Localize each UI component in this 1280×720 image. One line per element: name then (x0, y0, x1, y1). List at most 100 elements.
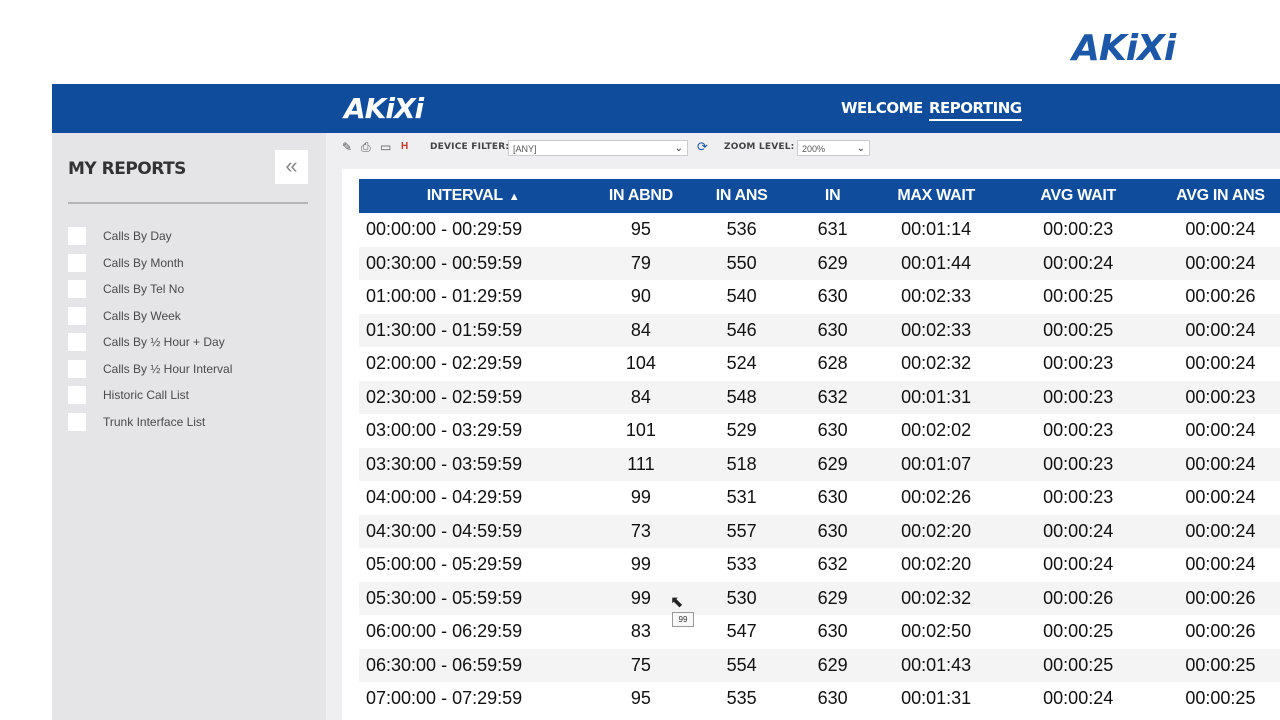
table-header-row: INTERVAL ▲ IN ABND IN ANS IN MAX WAIT AV… (359, 179, 1280, 213)
app-logo[interactable]: AKiXi (344, 92, 424, 125)
col-header-in-ans[interactable]: IN ANS (694, 179, 789, 213)
col-header-avg-wait[interactable]: AVG WAIT (995, 179, 1161, 213)
table-row[interactable]: 01:00:00 - 01:29:59 90 540 630 00:02:33 00:00… (359, 280, 1280, 314)
table-cell: 00:00:26 (1160, 581, 1280, 615)
table-cell: 84 (587, 313, 695, 347)
table-row[interactable]: 02:30:00 - 02:59:59 84 548 632 00:01:31 00:00… (359, 380, 1280, 414)
report-list-item[interactable]: Calls By Month (68, 250, 232, 277)
nav-welcome[interactable]: WELCOME (841, 99, 923, 117)
table-cell: 00:00:24 (1185, 353, 1256, 374)
table-cell: 00:02:50 (901, 621, 972, 642)
table-cell: 00:00:24 (1043, 554, 1114, 575)
table-row[interactable]: 06:00:00 - 06:29:59 83 547 630 00:02:50 00:00… (359, 615, 1280, 649)
report-panel: INTERVAL ▲ IN ABND IN ANS IN MAX WAIT AV… (342, 169, 1280, 720)
report-checkbox[interactable] (68, 412, 86, 431)
refresh-icon[interactable]: ⟳ (697, 140, 709, 154)
table-cell: 630 (817, 487, 848, 508)
report-label[interactable]: Calls By ½ Hour + Day (103, 335, 225, 349)
report-checkbox[interactable] (68, 333, 86, 352)
table-cell: 00:02:32 (876, 581, 996, 615)
table-cell: 629 (788, 648, 877, 682)
nav-reporting[interactable]: REPORTING (929, 99, 1022, 121)
table-cell: 01:00:00 - 01:29:59 (366, 286, 523, 307)
report-list-item[interactable]: Calls By Week (68, 303, 232, 330)
table-cell: 546 (694, 313, 789, 347)
report-checkbox[interactable] (68, 386, 86, 405)
report-list-item[interactable]: Calls By ½ Hour Interval (68, 356, 232, 383)
table-cell: 06:00:00 - 06:29:59 (366, 621, 523, 642)
table-row[interactable]: 05:30:00 - 05:59:59 99 530 629 00:02:32 00:00… (359, 581, 1280, 615)
table-row[interactable]: 06:30:00 - 06:59:59 75 554 629 00:01:43 00:00… (359, 648, 1280, 682)
report-label[interactable]: Calls By Month (103, 256, 184, 270)
table-cell: 95 (630, 219, 651, 240)
table-cell: 540 (726, 286, 757, 307)
table-row[interactable]: 03:30:00 - 03:59:59 111 518 629 00:01:07 00:0… (359, 447, 1280, 481)
table-cell: 00:02:33 (876, 313, 996, 347)
table-row[interactable]: 01:30:00 - 01:59:59 84 546 630 00:02:33 00:00… (359, 313, 1280, 347)
collapse-sidebar-button[interactable]: « (275, 150, 308, 184)
sort-ascending-icon: ▲ (508, 191, 520, 203)
table-cell: 630 (817, 286, 848, 307)
table-row[interactable]: 00:30:00 - 00:59:59 79 550 629 00:01:44 00:00… (359, 246, 1280, 280)
table-row[interactable]: 05:00:00 - 05:29:59 99 533 632 00:02:20 00:00… (359, 548, 1280, 582)
report-list-item[interactable]: Calls By ½ Hour + Day (68, 329, 232, 356)
report-checkbox[interactable] (68, 306, 86, 325)
table-row[interactable]: 00:00:00 - 00:29:59 95 536 631 00:01:14 00:00… (359, 213, 1280, 247)
col-header-avg-in-ans[interactable]: AVG IN ANS (1160, 179, 1280, 213)
report-checkbox[interactable] (68, 359, 86, 378)
report-label[interactable]: Calls By Tel No (103, 282, 184, 296)
monitor-icon[interactable]: ▭ (380, 140, 392, 154)
table-cell: 104 (625, 353, 656, 374)
report-label[interactable]: Calls By ½ Hour Interval (103, 362, 232, 376)
table-cell: 00:00:24 (1043, 688, 1114, 709)
report-label[interactable]: Historic Call List (103, 388, 189, 402)
table-cell: 00:02:20 (901, 554, 972, 575)
col-header-in-abnd[interactable]: IN ABND (587, 179, 695, 213)
table-cell: 530 (694, 581, 789, 615)
report-list-item[interactable]: Historic Call List (68, 382, 232, 409)
table-cell: 631 (817, 219, 848, 240)
report-label[interactable]: Calls By Week (103, 309, 181, 323)
table-cell: 00:00:25 (995, 313, 1161, 347)
report-label[interactable]: Calls By Day (103, 229, 172, 243)
report-content: ✎ ⎙ ▭ H DEVICE FILTER: [ANY] ⌄ ⟳ ZOOM LE… (326, 133, 1280, 720)
report-checkbox[interactable] (68, 227, 86, 246)
report-list-item[interactable]: Trunk Interface List (68, 409, 232, 436)
table-cell: 00:01:44 (876, 246, 996, 280)
table-row[interactable]: 04:30:00 - 04:59:59 73 557 630 00:02:20 00:00… (359, 514, 1280, 548)
print-icon[interactable]: ⎙ (361, 140, 373, 154)
table-cell: 00:00:24 (1160, 514, 1280, 548)
col-header-max-wait[interactable]: MAX WAIT (876, 179, 996, 213)
device-filter-select[interactable]: [ANY] ⌄ (508, 140, 688, 156)
table-cell: 630 (817, 420, 848, 441)
table-cell: 00:01:31 (901, 688, 972, 709)
table-row[interactable]: 07:00:00 - 07:29:59 95 535 630 00:01:31 00:00… (359, 682, 1280, 716)
table-row[interactable]: 04:00:00 - 04:29:59 99 531 630 00:02:26 00:00… (359, 481, 1280, 515)
table-row[interactable]: 03:00:00 - 03:29:59 101 529 630 00:02:02 00:0… (359, 414, 1280, 448)
table-cell: 529 (726, 420, 757, 441)
report-list: Calls By Day Calls By Month Calls By Tel N… (68, 223, 232, 435)
table-cell: 00:02:02 (901, 420, 972, 441)
report-list-item[interactable]: Calls By Day (68, 223, 232, 250)
zoom-level-select[interactable]: 200% ⌄ (797, 140, 870, 156)
table-row[interactable]: 02:00:00 - 02:29:59 104 524 628 00:02:32 00:0… (359, 347, 1280, 381)
report-label[interactable]: Trunk Interface List (103, 415, 205, 429)
export-icon[interactable]: H (401, 140, 413, 154)
table-cell: 95 (630, 688, 651, 709)
table-cell: 00:01:43 (876, 648, 996, 682)
edit-icon[interactable]: ✎ (342, 140, 354, 154)
report-list-item[interactable]: Calls By Tel No (68, 276, 232, 303)
zoom-level-label: ZOOM LEVEL: (724, 142, 795, 152)
report-checkbox[interactable] (68, 253, 86, 272)
chevron-down-icon: ⌄ (856, 143, 865, 154)
col-header-in[interactable]: IN (788, 179, 877, 213)
report-checkbox[interactable] (68, 280, 86, 299)
table-cell: 00:00:00 - 00:29:59 (366, 219, 523, 240)
col-header-label: INTERVAL (426, 187, 503, 204)
table-cell: 05:00:00 - 05:29:59 (366, 554, 523, 575)
table-cell: 524 (726, 353, 757, 374)
table-cell: 554 (694, 648, 789, 682)
col-header-interval[interactable]: INTERVAL ▲ (359, 179, 588, 213)
table-cell: 518 (694, 447, 789, 481)
table-cell: 630 (817, 621, 848, 642)
